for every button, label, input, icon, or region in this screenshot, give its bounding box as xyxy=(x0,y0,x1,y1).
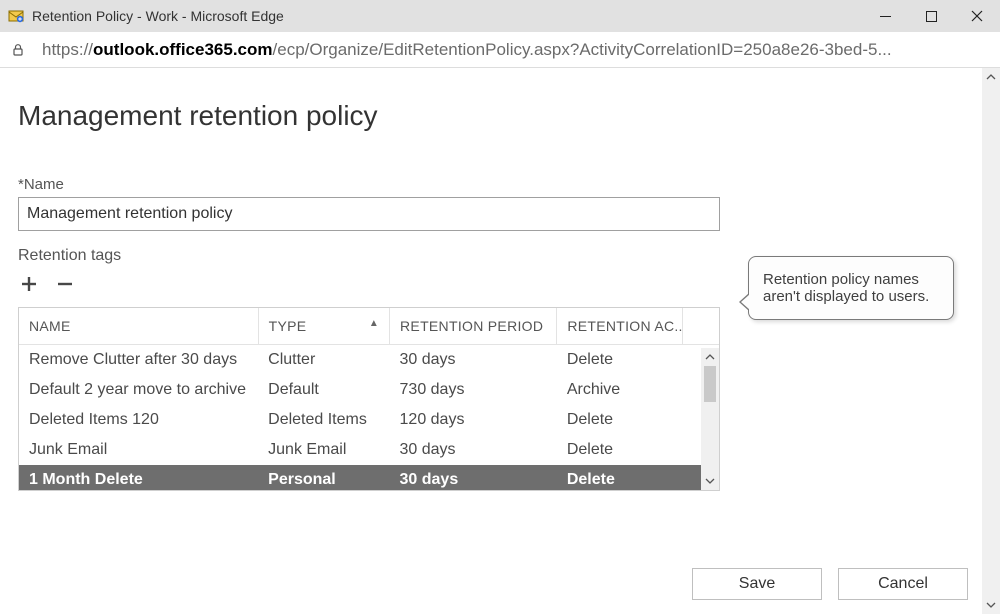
remove-tag-button[interactable] xyxy=(54,273,76,295)
window-controls xyxy=(862,0,1000,32)
table-header-row: NAME TYPE▲ RETENTION PERIOD RETENTION AC… xyxy=(19,308,719,345)
page-scrollbar[interactable] xyxy=(982,68,1000,614)
cell-action: Delete xyxy=(557,435,682,465)
window-titlebar: Retention Policy - Work - Microsoft Edge xyxy=(0,0,1000,32)
col-scroll-gutter xyxy=(682,308,719,345)
add-tag-button[interactable] xyxy=(18,273,40,295)
table-row[interactable]: Remove Clutter after 30 daysClutter30 da… xyxy=(19,345,719,375)
col-type[interactable]: TYPE▲ xyxy=(258,308,389,345)
cell-action: Delete xyxy=(557,465,682,490)
cell-type: Clutter xyxy=(258,345,389,375)
save-button[interactable]: Save xyxy=(692,568,822,600)
close-button[interactable] xyxy=(954,0,1000,32)
window-title: Retention Policy - Work - Microsoft Edge xyxy=(32,8,284,24)
col-action[interactable]: RETENTION AC... xyxy=(557,308,682,345)
name-tooltip: Retention policy names aren't displayed … xyxy=(748,256,954,320)
table-scrollbar[interactable] xyxy=(701,348,719,490)
cell-period: 120 days xyxy=(390,405,557,435)
table-row[interactable]: Default 2 year move to archiveDefault730… xyxy=(19,375,719,405)
scroll-down-icon[interactable] xyxy=(982,596,1000,614)
url-text: https://outlook.office365.com/ecp/Organi… xyxy=(42,40,892,60)
cell-type: Default xyxy=(258,375,389,405)
cancel-button[interactable]: Cancel xyxy=(838,568,968,600)
name-input[interactable] xyxy=(18,197,720,231)
table-scroll-down-icon[interactable] xyxy=(701,472,719,490)
table-row[interactable]: Junk EmailJunk Email30 daysDelete xyxy=(19,435,719,465)
lock-icon xyxy=(10,42,26,58)
col-name[interactable]: NAME xyxy=(19,308,258,345)
cell-period: 30 days xyxy=(390,345,557,375)
table-scroll-up-icon[interactable] xyxy=(701,348,719,366)
page-title: Management retention policy xyxy=(18,100,982,132)
cell-name: Deleted Items 120 xyxy=(19,405,258,435)
cell-type: Deleted Items xyxy=(258,405,389,435)
col-period[interactable]: RETENTION PERIOD xyxy=(390,308,557,345)
cell-action: Delete xyxy=(557,345,682,375)
table-row[interactable]: Deleted Items 120Deleted Items120 daysDe… xyxy=(19,405,719,435)
cell-name: Remove Clutter after 30 days xyxy=(19,345,258,375)
cell-type: Personal xyxy=(258,465,389,490)
sort-asc-icon: ▲ xyxy=(369,318,379,329)
scroll-up-icon[interactable] xyxy=(982,68,1000,86)
cell-name: Default 2 year move to archive xyxy=(19,375,258,405)
footer-buttons: Save Cancel xyxy=(692,568,968,600)
cell-type: Junk Email xyxy=(258,435,389,465)
cell-action: Archive xyxy=(557,375,682,405)
cell-period: 30 days xyxy=(390,465,557,490)
app-icon xyxy=(8,8,24,24)
cell-action: Delete xyxy=(557,405,682,435)
cell-period: 30 days xyxy=(390,435,557,465)
table-row[interactable]: 1 Month DeletePersonal30 daysDelete xyxy=(19,465,719,490)
table-scroll-thumb[interactable] xyxy=(704,366,716,402)
maximize-button[interactable] xyxy=(908,0,954,32)
tags-table: NAME TYPE▲ RETENTION PERIOD RETENTION AC… xyxy=(18,307,720,491)
cell-name: Junk Email xyxy=(19,435,258,465)
cell-name: 1 Month Delete xyxy=(19,465,258,490)
cell-period: 730 days xyxy=(390,375,557,405)
minimize-button[interactable] xyxy=(862,0,908,32)
address-bar[interactable]: https://outlook.office365.com/ecp/Organi… xyxy=(0,32,1000,68)
name-label: *Name xyxy=(18,176,738,193)
